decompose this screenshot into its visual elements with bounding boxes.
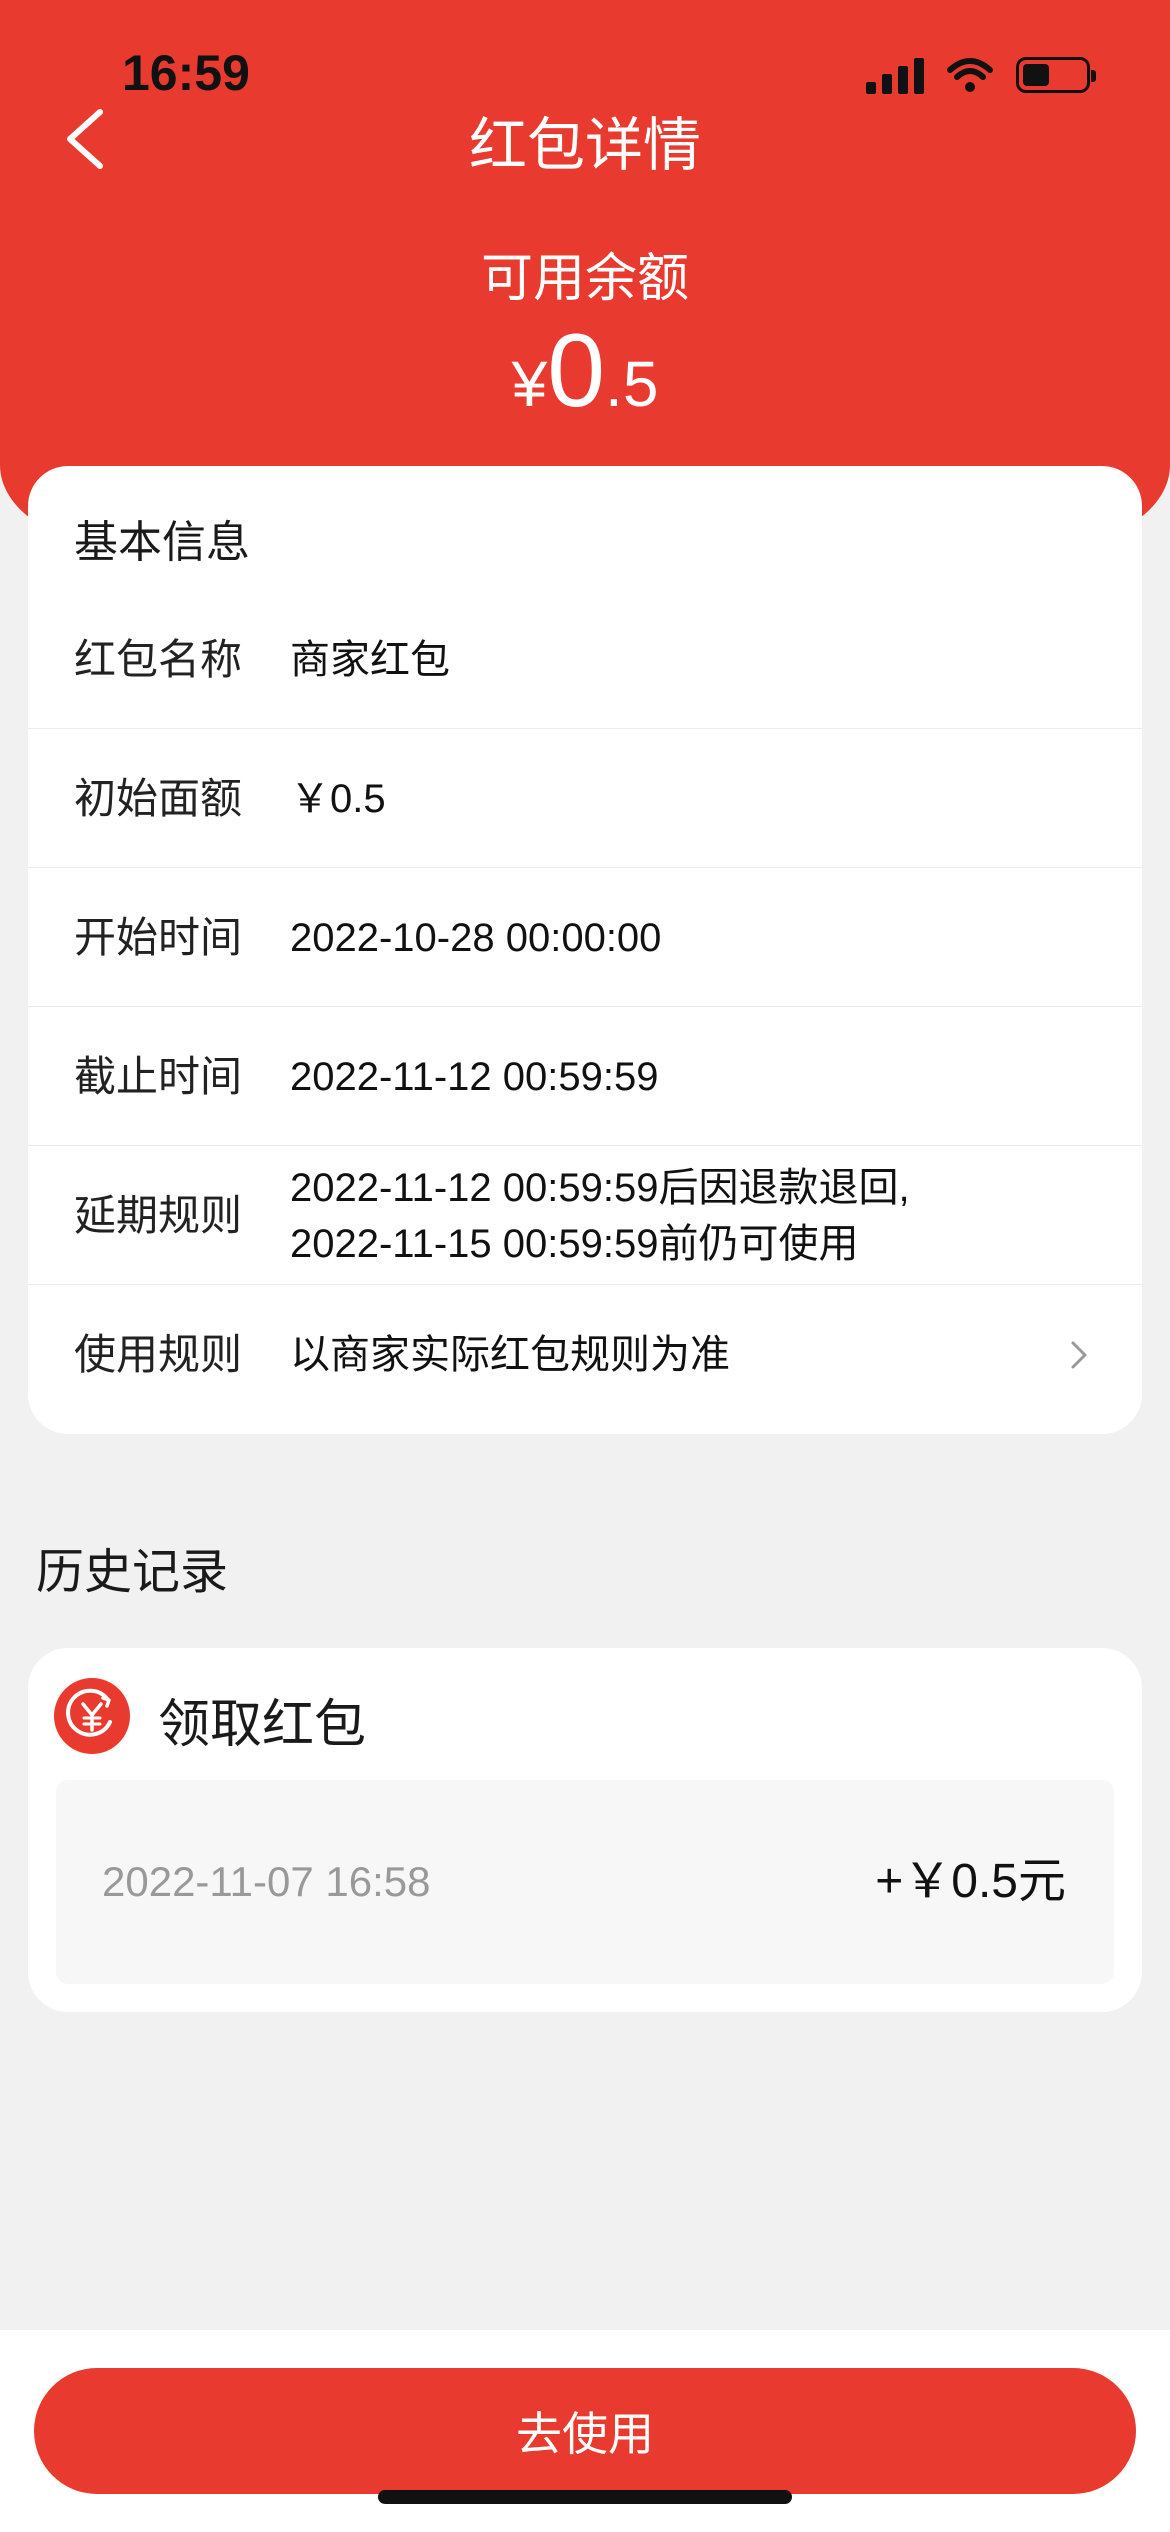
yuan-coin-icon [66,1688,112,1737]
info-value-line: ￥0.5 [290,776,386,821]
info-row-name: 红包名称 商家红包 [28,590,1142,729]
status-bar: 16:59 [0,0,1170,110]
status-time: 16:59 [122,45,250,101]
status-icons [866,56,1096,94]
history-record-card: 领取红包 2022-11-07 16:58 +￥0.5元 [28,1648,1142,2012]
basic-info-heading: 基本信息 [74,517,250,568]
history-title: 历史记录 [36,1544,229,1600]
red-packet-yuan-icon [54,1678,130,1754]
chevron-right-icon[interactable] [1068,1339,1090,1371]
home-indicator[interactable] [378,2490,792,2504]
info-value-line: 2022-11-12 00:59:59 [290,1054,659,1099]
info-label: 使用规则 [74,1330,243,1379]
info-label: 初始面额 [74,774,243,823]
info-row-extension-rule: 延期规则 2022-11-12 00:59:59后因退款退回, 2022-11-… [28,1146,1142,1285]
info-row-initial-amount: 初始面额 ￥0.5 [28,729,1142,868]
info-value-line: 商家红包 [290,637,450,682]
info-value-line: 2022-11-12 00:59:59后因退款退回, [290,1165,910,1210]
record-amount: +￥0.5元 [875,1855,1066,1908]
info-value-line: 以商家实际红包规则为准 [290,1332,730,1377]
balance-currency: ¥ [511,348,548,420]
info-value-line: 2022-10-28 00:00:00 [290,915,662,960]
info-row-usage-rule[interactable]: 使用规则 以商家实际红包规则为准 [28,1285,1142,1424]
balance-label: 可用余额 [480,249,689,309]
info-label: 截止时间 [74,1052,243,1101]
record-title: 领取红包 [158,1695,367,1755]
info-label: 红包名称 [74,635,243,684]
info-row-start-time: 开始时间 2022-10-28 00:00:00 [28,868,1142,1007]
balance-decimal: .5 [605,348,659,420]
info-value: 商家红包 [290,590,450,729]
info-value: ￥0.5 [290,729,386,868]
record-time: 2022-11-07 16:58 [102,1858,431,1905]
info-value: 2022-11-12 00:59:59后因退款退回, 2022-11-15 00… [290,1146,910,1285]
info-value: 以商家实际红包规则为准 [290,1285,730,1424]
info-value: 2022-10-28 00:00:00 [290,868,661,1007]
battery-icon [1016,57,1096,93]
record-detail: 2022-11-07 16:58 +￥0.5元 [56,1780,1114,1984]
info-value-line: 2022-11-15 00:59:59前仍可使用 [290,1221,859,1266]
cellular-signal-icon [866,56,924,94]
balance-amount: ¥0.5 [0,312,1170,431]
use-button[interactable]: 去使用 [34,2368,1136,2494]
info-label: 开始时间 [74,913,243,962]
balance-integer: 0 [547,313,606,429]
wifi-icon [947,58,993,92]
basic-info-card: 基本信息 红包名称 商家红包 初始面额 ￥0.5 开始时间 2022-10-28… [28,466,1142,1434]
info-row-end-time: 截止时间 2022-11-12 00:59:59 [28,1007,1142,1146]
info-value: 2022-11-12 00:59:59 [290,1007,658,1146]
info-label: 延期规则 [74,1191,243,1240]
page-title: 红包详情 [468,111,701,179]
